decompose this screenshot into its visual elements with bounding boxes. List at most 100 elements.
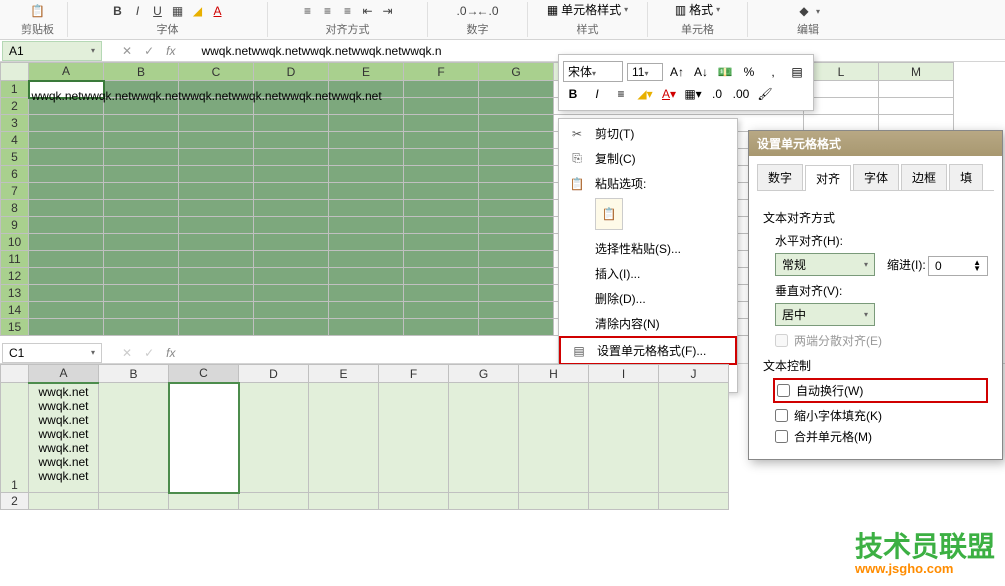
col-header[interactable]: D [239,365,309,383]
row-header[interactable]: 12 [1,268,29,285]
row-header[interactable]: 5 [1,149,29,166]
cell[interactable] [804,81,879,98]
cell-a1-wrapped[interactable]: wwqk.netwwqk.netwwqk.netwwqk.netwwqk.net… [29,383,99,493]
cell[interactable] [179,319,254,336]
row-header[interactable]: 4 [1,132,29,149]
cell[interactable] [29,234,104,251]
italic-icon[interactable]: I [587,84,607,104]
col-header[interactable]: D [254,63,329,81]
align-icon[interactable]: ≡ [611,84,631,104]
row-header[interactable]: 2 [1,98,29,115]
row-header[interactable]: 2 [1,493,29,510]
fill-color-icon[interactable]: ◢▾ [635,84,655,104]
col-header[interactable]: E [309,365,379,383]
align-right-icon[interactable]: ≡ [340,3,356,19]
percent-icon[interactable]: % [739,62,759,82]
font-color-icon[interactable]: A▾ [659,84,679,104]
cell[interactable] [449,383,519,493]
cell[interactable] [254,166,329,183]
cell[interactable] [254,268,329,285]
cell[interactable] [404,98,479,115]
cell[interactable] [254,115,329,132]
col-header[interactable]: C [179,63,254,81]
cell[interactable] [239,493,309,510]
cell[interactable] [879,81,954,98]
fill-color-icon[interactable]: ◢ [190,3,206,19]
tab-alignment[interactable]: 对齐 [805,165,851,191]
accounting-format-icon[interactable]: 💵 [715,62,735,82]
cell[interactable] [254,217,329,234]
cell[interactable] [254,251,329,268]
cell[interactable] [29,217,104,234]
cell[interactable] [404,132,479,149]
cell[interactable] [179,268,254,285]
context-cut[interactable]: ✂ 剪切(T) [559,121,737,146]
cell[interactable] [104,319,179,336]
format-button[interactable]: ▥ 格式 ▾ [671,0,724,19]
cell[interactable] [479,98,554,115]
cell[interactable] [309,493,379,510]
cell[interactable] [449,493,519,510]
cell[interactable] [99,493,169,510]
align-left-icon[interactable]: ≡ [300,3,316,19]
cell[interactable] [29,285,104,302]
cell[interactable] [179,251,254,268]
cell[interactable] [404,302,479,319]
cell[interactable] [479,251,554,268]
cell[interactable] [104,183,179,200]
format-painter-icon[interactable]: 🖌 [755,84,775,104]
cell[interactable] [589,383,659,493]
cell[interactable] [404,217,479,234]
cell[interactable] [254,149,329,166]
italic-icon[interactable]: I [130,3,146,19]
row-header[interactable]: 3 [1,115,29,132]
cell[interactable] [104,217,179,234]
cell[interactable] [404,251,479,268]
decimal-decrease-icon[interactable]: ←.0 [480,3,496,19]
decimal-inc-icon[interactable]: .0 [707,84,727,104]
cell[interactable] [104,200,179,217]
cell[interactable] [329,132,404,149]
cell[interactable] [104,115,179,132]
cell[interactable] [104,285,179,302]
row-header[interactable]: 14 [1,302,29,319]
cell[interactable] [254,302,329,319]
cell[interactable] [404,234,479,251]
cell[interactable] [479,166,554,183]
context-copy[interactable]: ⎘ 复制(C) [559,146,737,171]
col-header[interactable]: F [379,365,449,383]
col-header[interactable]: A [29,365,99,383]
clear-icon[interactable]: ◆ [796,3,812,19]
grid-2[interactable]: ABCDEFGHIJ1wwqk.netwwqk.netwwqk.netwwqk.… [0,364,729,510]
cancel-icon[interactable]: ✕ [122,44,132,58]
format-painter-icon[interactable]: ▤ [787,62,807,82]
cell[interactable] [179,234,254,251]
border-icon[interactable]: ▦▾ [683,84,703,104]
cell[interactable] [104,234,179,251]
col-header[interactable]: B [99,365,169,383]
h-align-select[interactable]: 常规 ▾ [775,253,875,276]
cell[interactable] [404,183,479,200]
cell[interactable] [309,383,379,493]
cell[interactable] [519,493,589,510]
cell[interactable] [479,268,554,285]
cell[interactable] [29,149,104,166]
cell[interactable] [179,200,254,217]
tab-fill[interactable]: 填 [949,164,983,190]
cell[interactable] [879,115,954,132]
col-header[interactable]: G [449,365,519,383]
cell[interactable] [179,217,254,234]
col-header[interactable]: C [169,365,239,383]
context-delete[interactable]: 删除(D)... [559,286,737,311]
cell[interactable] [179,132,254,149]
fx-icon[interactable]: fx [166,44,175,58]
tab-font[interactable]: 字体 [853,164,899,190]
cell[interactable] [329,285,404,302]
context-clear[interactable]: 清除内容(N) [559,311,737,336]
cell[interactable] [329,166,404,183]
col-header[interactable]: I [589,365,659,383]
row-header[interactable]: 9 [1,217,29,234]
bold-icon[interactable]: B [563,84,583,104]
cell[interactable] [589,493,659,510]
context-paste-special[interactable]: 选择性粘贴(S)... [559,236,737,261]
